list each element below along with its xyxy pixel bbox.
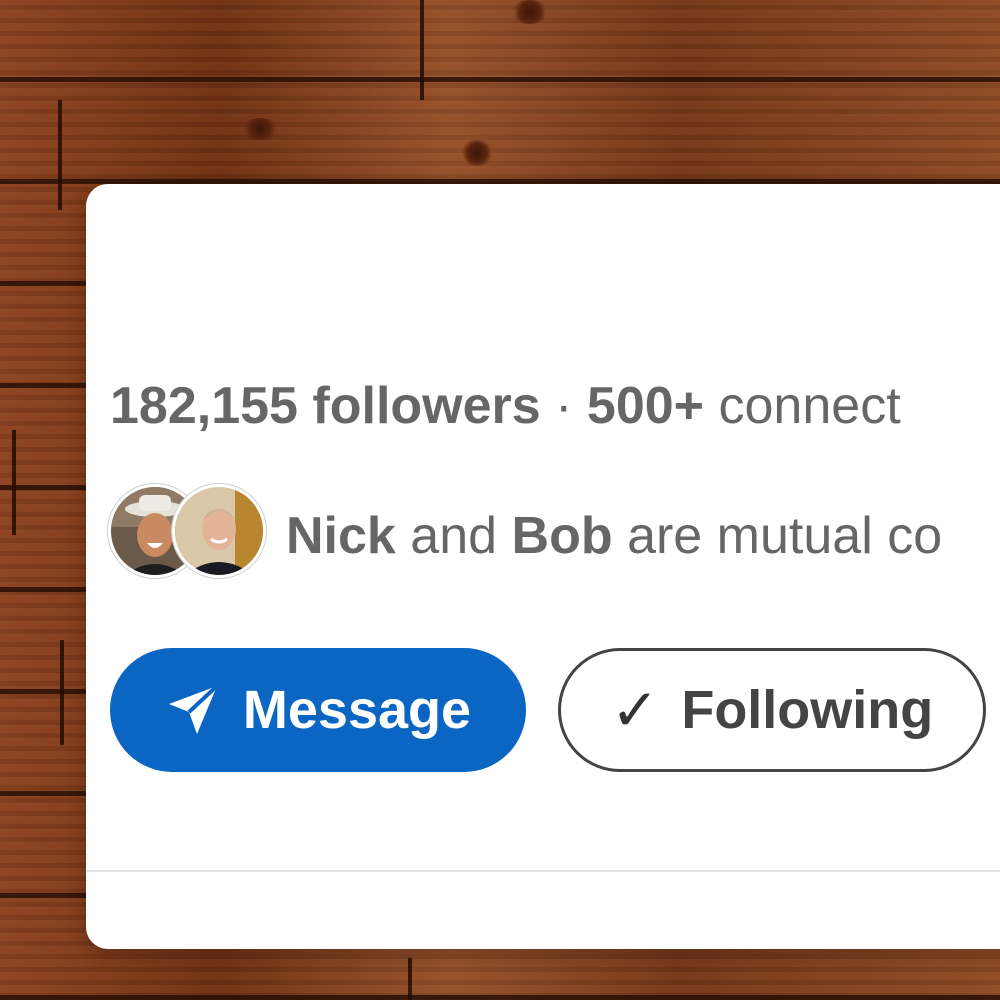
following-label: Following	[681, 680, 934, 740]
mutual-connections-text[interactable]: Nick and Bob are mutual co	[286, 506, 942, 566]
mutual-name-2[interactable]: Bob	[512, 507, 613, 565]
wood-plank-joint	[12, 430, 16, 535]
profile-card: 182,155 followers · 500+ connect Nick an…	[86, 184, 1000, 949]
wood-plank-joint	[60, 640, 64, 745]
mutual-suffix: are mutual co	[627, 507, 943, 565]
wood-plank-joint	[420, 0, 424, 100]
wood-knot	[510, 0, 550, 24]
message-button[interactable]: Message	[110, 648, 526, 772]
followers-label: followers	[312, 377, 541, 435]
wood-knot	[460, 140, 494, 166]
checkmark-icon: ✓	[610, 678, 660, 743]
avatar[interactable]	[172, 484, 266, 578]
mutual-name-1[interactable]: Nick	[286, 507, 396, 565]
message-label: Message	[242, 680, 472, 740]
profile-stats: 182,155 followers · 500+ connect	[110, 376, 901, 436]
wood-knot	[240, 118, 280, 140]
wood-plank-joint	[408, 958, 412, 1000]
following-button[interactable]: ✓ Following	[558, 648, 986, 772]
card-divider	[86, 870, 1000, 872]
wood-plank-joint	[58, 100, 62, 210]
mutual-conjunction: and	[410, 507, 498, 565]
followers-count: 182,155	[110, 377, 298, 435]
paper-plane-icon	[165, 682, 221, 738]
connections-count[interactable]: 500+	[587, 377, 704, 435]
stats-separator: ·	[555, 377, 573, 435]
connections-label[interactable]: connect	[719, 377, 901, 435]
